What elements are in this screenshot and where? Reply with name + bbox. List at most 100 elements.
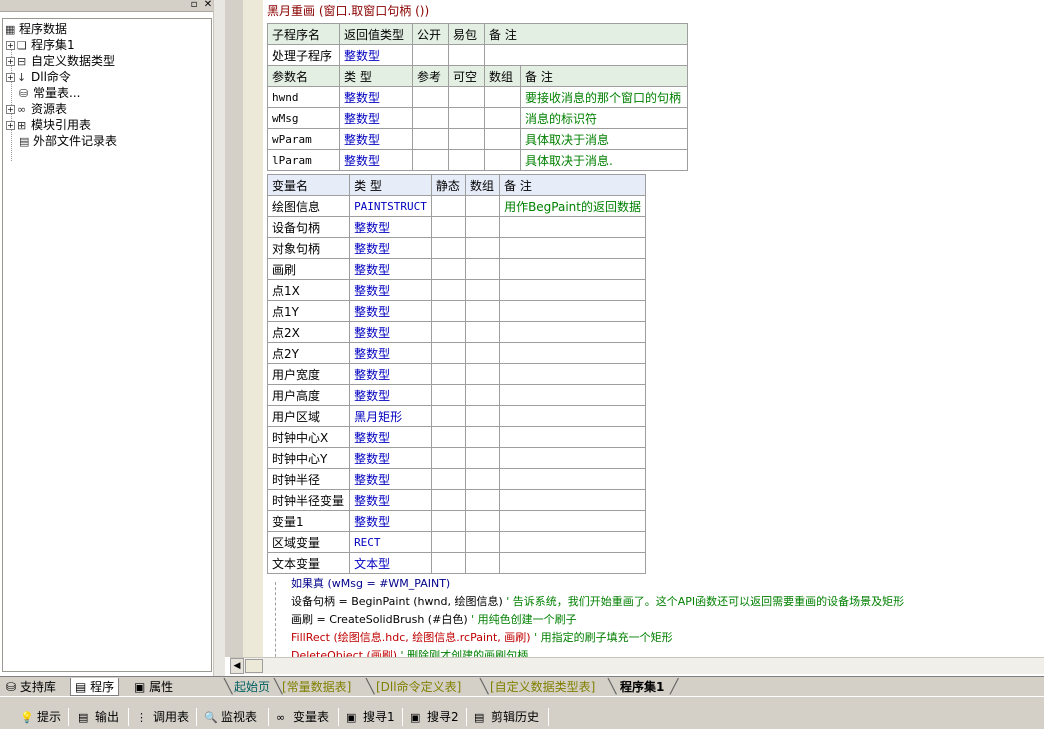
param-type[interactable]: 整数型 bbox=[339, 149, 413, 171]
subprogram-return-type[interactable]: 整数型 bbox=[339, 44, 413, 66]
cell[interactable] bbox=[430, 405, 466, 427]
scroll-left-icon[interactable]: ◀ bbox=[230, 658, 244, 674]
cell[interactable] bbox=[464, 279, 501, 301]
var-type[interactable]: 整数型 bbox=[349, 489, 432, 511]
table-row[interactable]: 对象句柄 整数型 bbox=[266, 237, 646, 259]
param-name[interactable]: lParam bbox=[267, 149, 340, 171]
cell[interactable] bbox=[464, 510, 501, 532]
cell[interactable] bbox=[464, 342, 501, 364]
search2-button[interactable]: ▣ 搜寻2 bbox=[410, 708, 459, 726]
var-type[interactable]: 整数型 bbox=[349, 321, 432, 343]
cell[interactable] bbox=[412, 149, 449, 171]
var-name[interactable]: 点1Y bbox=[266, 300, 351, 322]
tab-support-library[interactable]: ⛁ 支持库 bbox=[2, 678, 60, 696]
var-name[interactable]: 用户高度 bbox=[266, 384, 351, 406]
table-row[interactable]: lParam 整数型 具体取决于消息. bbox=[267, 149, 688, 171]
cell[interactable] bbox=[412, 44, 449, 66]
if-statement-line[interactable]: 如果真 (wMsg = #WM_PAINT) bbox=[291, 575, 450, 592]
cell[interactable] bbox=[484, 149, 521, 171]
tree-item-datatype[interactable]: + ⊟ 自定义数据类型 bbox=[6, 53, 115, 69]
var-note[interactable] bbox=[499, 300, 646, 322]
var-name[interactable]: 时钟半径变量 bbox=[266, 489, 351, 511]
var-note[interactable] bbox=[499, 384, 646, 406]
param-type[interactable]: 整数型 bbox=[339, 86, 413, 108]
code-editor[interactable]: 黑月重画 (窗口.取窗口句柄 ()) 子程序名 返回值类型 公开 易包 备 注 … bbox=[225, 0, 1044, 657]
table-row[interactable]: 用户高度 整数型 bbox=[266, 384, 646, 406]
cell[interactable] bbox=[430, 384, 466, 406]
cell[interactable] bbox=[464, 300, 501, 322]
var-note[interactable] bbox=[499, 552, 646, 574]
table-row[interactable]: 画刷 整数型 bbox=[266, 258, 646, 280]
table-row[interactable]: 点2Y 整数型 bbox=[266, 342, 646, 364]
var-note[interactable] bbox=[499, 258, 646, 280]
tab-constants[interactable]: [常量数据表] bbox=[282, 678, 351, 696]
cell[interactable] bbox=[430, 237, 466, 259]
hint-button[interactable]: 💡 提示 bbox=[20, 708, 61, 726]
cell[interactable] bbox=[430, 258, 466, 280]
cell[interactable] bbox=[430, 426, 466, 448]
cell[interactable] bbox=[464, 216, 501, 238]
var-note[interactable] bbox=[499, 405, 646, 427]
var-name[interactable]: 画刷 bbox=[266, 258, 351, 280]
var-type[interactable]: 整数型 bbox=[349, 384, 432, 406]
var-note[interactable]: 用作BegPaint的返回数据 bbox=[499, 195, 646, 217]
var-note[interactable] bbox=[499, 321, 646, 343]
panel-splitter[interactable] bbox=[213, 0, 225, 676]
expand-icon[interactable]: + bbox=[6, 73, 15, 82]
clipboard-history-button[interactable]: ▤ 剪辑历史 bbox=[474, 708, 539, 726]
param-note[interactable]: 要接收消息的那个窗口的句柄 bbox=[520, 86, 688, 108]
var-note[interactable] bbox=[499, 279, 646, 301]
panel-minimize-icon[interactable]: ▫ bbox=[188, 0, 200, 11]
tab-properties[interactable]: ▣ 属性 bbox=[130, 678, 177, 696]
cell[interactable] bbox=[430, 279, 466, 301]
var-name[interactable]: 时钟中心Y bbox=[266, 447, 351, 469]
var-note[interactable] bbox=[499, 342, 646, 364]
cell[interactable] bbox=[430, 300, 466, 322]
cell[interactable] bbox=[464, 384, 501, 406]
cell[interactable] bbox=[448, 107, 485, 129]
cell[interactable] bbox=[430, 321, 466, 343]
cell[interactable] bbox=[464, 405, 501, 427]
cell[interactable] bbox=[464, 363, 501, 385]
subprogram-name[interactable]: 处理子程序 bbox=[267, 44, 340, 66]
var-type[interactable]: 整数型 bbox=[349, 468, 432, 490]
cell[interactable] bbox=[464, 552, 501, 574]
var-note[interactable] bbox=[499, 447, 646, 469]
scrollbar-thumb[interactable] bbox=[245, 659, 263, 673]
var-type[interactable]: 整数型 bbox=[349, 279, 432, 301]
var-type[interactable]: 整数型 bbox=[349, 300, 432, 322]
cell[interactable] bbox=[484, 128, 521, 150]
var-type[interactable]: 整数型 bbox=[349, 447, 432, 469]
cell[interactable] bbox=[430, 447, 466, 469]
cell[interactable] bbox=[430, 510, 466, 532]
project-tree[interactable]: ▦ 程序数据 + ❏ 程序集1 + ⊟ 自定义数据类型 + ↓ Dll命令 ⛁ 常量表... +… bbox=[2, 18, 212, 672]
cell[interactable] bbox=[448, 128, 485, 150]
tab-custom-types[interactable]: [自定义数据类型表] bbox=[490, 678, 595, 696]
var-note[interactable] bbox=[499, 489, 646, 511]
cell[interactable] bbox=[464, 321, 501, 343]
cell[interactable] bbox=[484, 86, 521, 108]
tab-start-page[interactable]: 起始页 bbox=[234, 678, 270, 696]
var-note[interactable] bbox=[499, 237, 646, 259]
table-row[interactable]: 变量1 整数型 bbox=[266, 510, 646, 532]
param-name[interactable]: hwnd bbox=[267, 86, 340, 108]
cell[interactable] bbox=[484, 107, 521, 129]
var-name[interactable]: 用户区域 bbox=[266, 405, 351, 427]
cell[interactable] bbox=[464, 447, 501, 469]
param-note[interactable]: 具体取决于消息. bbox=[520, 149, 688, 171]
watch-button[interactable]: 🔍 监视表 bbox=[204, 708, 257, 726]
table-row[interactable]: 点2X 整数型 bbox=[266, 321, 646, 343]
var-note[interactable] bbox=[499, 363, 646, 385]
var-note[interactable] bbox=[499, 216, 646, 238]
var-type[interactable]: 黑月矩形 bbox=[349, 405, 432, 427]
subprogram-table[interactable]: 子程序名 返回值类型 公开 易包 备 注 处理子程序 整数型 参数名 类 型 参… bbox=[267, 23, 688, 171]
param-note[interactable]: 消息的标识符 bbox=[520, 107, 688, 129]
var-name[interactable]: 设备句柄 bbox=[266, 216, 351, 238]
code-line[interactable]: DeleteObject (画刷) ' 删除刚才创建的画刷句柄 bbox=[291, 647, 528, 657]
cell[interactable] bbox=[448, 86, 485, 108]
cell[interactable] bbox=[464, 195, 501, 217]
horizontal-scrollbar[interactable]: ◀ bbox=[230, 657, 1044, 674]
var-type[interactable]: PAINTSTRUCT bbox=[349, 195, 432, 217]
var-note[interactable] bbox=[499, 426, 646, 448]
param-name[interactable]: wParam bbox=[267, 128, 340, 150]
